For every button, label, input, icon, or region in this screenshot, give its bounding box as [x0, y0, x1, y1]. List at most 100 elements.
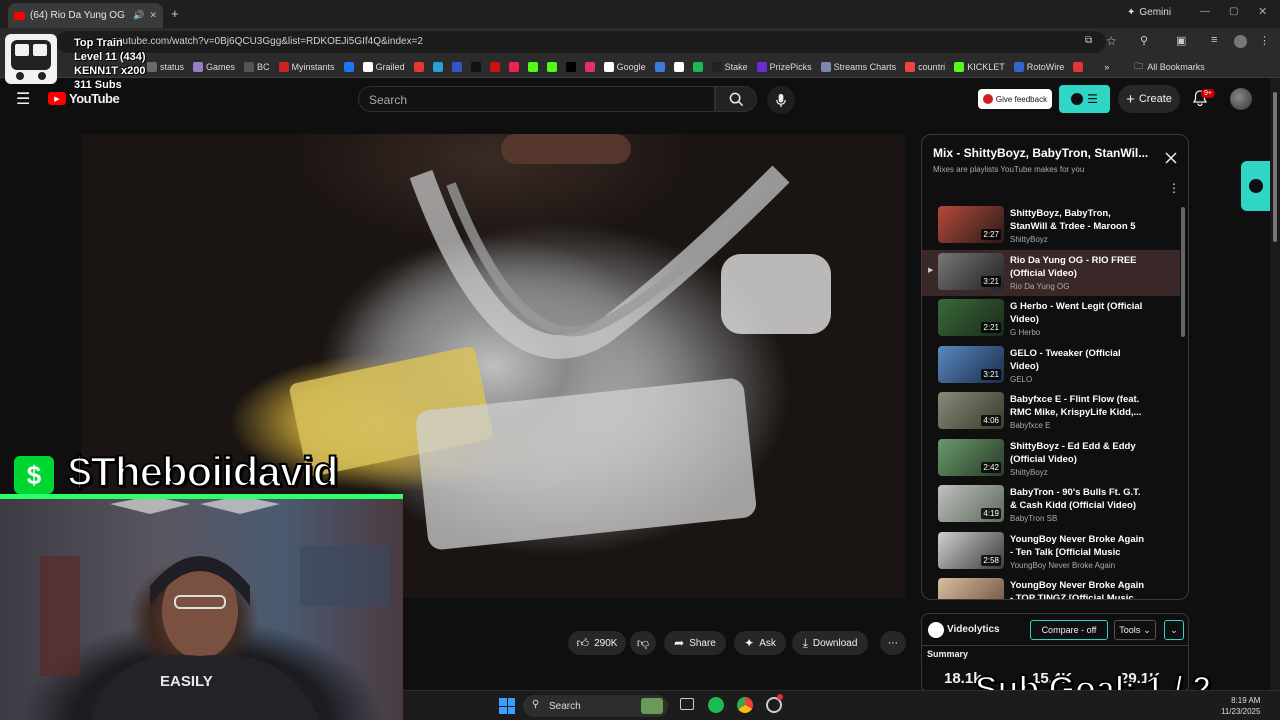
- bookmark-item[interactable]: Streams Charts: [820, 61, 896, 72]
- account-avatar[interactable]: [1230, 88, 1252, 110]
- playlist-item-title[interactable]: GELO - Tweaker (Official Video): [1010, 347, 1145, 373]
- playlist-item-thumbnail[interactable]: 4:06: [938, 392, 1004, 429]
- search-input[interactable]: Search: [358, 86, 715, 112]
- search-button[interactable]: [715, 86, 757, 112]
- maximize-button[interactable]: ▢: [1229, 6, 1238, 17]
- extensions-icon[interactable]: ⚲: [1140, 34, 1148, 47]
- playlist-item-title[interactable]: ShittyBoyz, BabyTron, StanWill & Trdee -…: [1010, 207, 1145, 233]
- bookmark-item[interactable]: [692, 61, 703, 72]
- task-view-icon[interactable]: [680, 698, 694, 710]
- bookmark-item[interactable]: BC: [244, 61, 270, 72]
- browser-tab[interactable]: (64) Rio Da Yung OG - RIO 🔊 ✕: [8, 3, 163, 28]
- playlist-item[interactable]: 4:19 BabyTron - 90's Bulls Ft. G.T. & Cas…: [922, 482, 1180, 528]
- windows-start-icon[interactable]: [499, 698, 515, 714]
- bookmark-item[interactable]: PrizePicks: [756, 61, 812, 72]
- playlist-item-thumbnail[interactable]: 3:21: [938, 252, 1004, 290]
- bookmark-item[interactable]: [451, 61, 462, 72]
- bookmark-item[interactable]: status: [147, 61, 184, 72]
- playlist-item-title[interactable]: YoungBoy Never Broke Again - Ten Talk [O…: [1010, 533, 1145, 559]
- playlist-item-title[interactable]: ShittyBoyz - Ed Edd & Eddy (Official Vid…: [1010, 440, 1145, 466]
- gemini-button[interactable]: ✦ Gemini: [1127, 7, 1171, 18]
- videolytics-toggle-button[interactable]: ☰: [1059, 85, 1110, 113]
- new-tab-button[interactable]: +: [171, 6, 179, 21]
- expand-panel-button[interactable]: ⌄: [1164, 620, 1184, 640]
- bookmark-item[interactable]: [584, 61, 595, 72]
- tab-close-icon[interactable]: ✕: [149, 10, 157, 21]
- share-button[interactable]: ➦ Share: [664, 631, 726, 655]
- give-feedback-button[interactable]: Give feedback: [978, 89, 1052, 109]
- tools-dropdown[interactable]: Tools ⌄: [1114, 620, 1156, 640]
- playlist-scrollbar[interactable]: [1181, 207, 1185, 337]
- playlist-item-title[interactable]: Rio Da Yung OG - RIO FREE (Official Vide…: [1010, 254, 1145, 280]
- page-scrollbar[interactable]: [1270, 78, 1280, 690]
- url-text[interactable]: youtube.com/watch?v=0Bj6QCU3Ggg&list=RDK…: [112, 36, 423, 47]
- playlist-item[interactable]: ▶ 3:21 Rio Da Yung OG - RIO FREE (Official…: [922, 249, 1180, 296]
- speaker-icon[interactable]: 🔊: [133, 10, 144, 21]
- videolytics-side-tab[interactable]: [1241, 161, 1270, 211]
- like-button[interactable]: 👍︎ 290K: [568, 631, 626, 655]
- install-app-icon[interactable]: ⧉: [1085, 35, 1092, 46]
- bookmark-item[interactable]: [527, 61, 538, 72]
- bookmark-item[interactable]: Google: [603, 61, 646, 72]
- youtube-logo[interactable]: ▶ YouTube: [48, 91, 120, 106]
- playlist-item-thumbnail[interactable]: 3:21: [938, 345, 1004, 383]
- more-actions-button[interactable]: ⋯: [880, 631, 906, 655]
- close-icon[interactable]: [1165, 151, 1177, 169]
- playlist-item[interactable]: 2:27 ShittyBoyz, BabyTron, StanWill & Trd…: [922, 203, 1180, 249]
- playlist-item[interactable]: 2:21 G Herbo - Went Legit (Official Video…: [922, 296, 1180, 342]
- profile-avatar[interactable]: [1234, 35, 1247, 48]
- spotify-icon[interactable]: [708, 697, 724, 713]
- bookmark-item[interactable]: Games: [193, 61, 235, 72]
- bookmark-item[interactable]: [489, 61, 500, 72]
- bookmark-item[interactable]: [565, 61, 576, 72]
- bookmark-item[interactable]: [508, 61, 519, 72]
- playlist-item-title[interactable]: Babyfxce E - Flint Flow (feat. RMC Mike,…: [1010, 393, 1145, 419]
- bookmark-item[interactable]: Myinstants: [278, 61, 335, 72]
- page-scrollbar-thumb[interactable]: [1273, 92, 1277, 242]
- bookmark-item[interactable]: KICKLET: [954, 61, 1005, 72]
- bookmark-item[interactable]: [343, 61, 354, 72]
- playlist-more-icon[interactable]: ⋮: [1168, 181, 1180, 195]
- playlist-item-title[interactable]: YoungBoy Never Broke Again - TOP TINGZ […: [1010, 579, 1145, 599]
- download-button[interactable]: ⤓ Download: [792, 631, 868, 655]
- playlist-item-title[interactable]: G Herbo - Went Legit (Official Video): [1010, 300, 1145, 326]
- dislike-button[interactable]: 👎︎: [630, 631, 656, 655]
- bookmark-item[interactable]: RotoWire: [1013, 61, 1064, 72]
- omnibox[interactable]: youtube.com/watch?v=0Bj6QCU3Ggg&list=RDK…: [56, 31, 1106, 53]
- playlist-item-thumbnail[interactable]: 2:27: [938, 206, 1004, 243]
- bookmark-item[interactable]: [654, 61, 665, 72]
- taskbar-clock[interactable]: 8:19 AM 11/23/2025: [1221, 695, 1260, 717]
- all-bookmarks-folder[interactable]: 🗀 All Bookmarks: [1134, 59, 1205, 75]
- bookmark-item[interactable]: [413, 61, 424, 72]
- hamburger-menu-icon[interactable]: ☰: [16, 89, 30, 109]
- compare-toggle-button[interactable]: Compare - off: [1030, 620, 1108, 640]
- playlist-item[interactable]: 3:21 GELO - Tweaker (Official Video) GELO: [922, 343, 1180, 389]
- chrome-icon[interactable]: [737, 697, 753, 713]
- playlist-item[interactable]: 2:42 ShittyBoyz - Ed Edd & Eddy (Official…: [922, 436, 1180, 482]
- playlist-item[interactable]: 2:58 YoungBoy Never Broke Again - Ten Tal…: [922, 529, 1180, 575]
- playlist-item[interactable]: 4:06 Babyfxce E - Flint Flow (feat. RMC M…: [922, 389, 1180, 435]
- playlist-item-thumbnail[interactable]: 2:42: [938, 438, 1004, 476]
- playlist-item-thumbnail[interactable]: 2:58: [938, 531, 1004, 569]
- playlist-title[interactable]: Mix - ShittyBoyz, BabyTron, StanWil...: [933, 146, 1158, 160]
- voice-search-button[interactable]: [767, 86, 795, 114]
- taskbar-search[interactable]: ⚲ Search: [523, 695, 668, 717]
- bookmark-item[interactable]: [546, 61, 557, 72]
- bookmark-item[interactable]: [673, 61, 684, 72]
- create-button[interactable]: + Create: [1118, 85, 1180, 113]
- bookmark-item[interactable]: Stake: [711, 61, 748, 72]
- browser-menu-icon[interactable]: ⋮: [1259, 34, 1270, 47]
- bookmark-item[interactable]: countri: [905, 61, 945, 72]
- playlist-item-thumbnail[interactable]: 4:19: [938, 485, 1004, 522]
- playlist-item-thumbnail[interactable]: [938, 578, 1004, 599]
- more-bookmarks-button[interactable]: »: [1104, 62, 1109, 72]
- media-controls-icon[interactable]: ≡: [1211, 34, 1217, 46]
- minimize-button[interactable]: —: [1200, 6, 1210, 17]
- bookmark-item[interactable]: Grailed: [362, 61, 405, 72]
- bookmark-item[interactable]: [470, 61, 481, 72]
- bookmark-item[interactable]: [1073, 61, 1084, 72]
- playlist-item-thumbnail[interactable]: 2:21: [938, 299, 1004, 336]
- sidebar-icon[interactable]: ▣: [1176, 34, 1186, 47]
- window-close-button[interactable]: ✕: [1258, 5, 1267, 18]
- bookmark-item[interactable]: [432, 61, 443, 72]
